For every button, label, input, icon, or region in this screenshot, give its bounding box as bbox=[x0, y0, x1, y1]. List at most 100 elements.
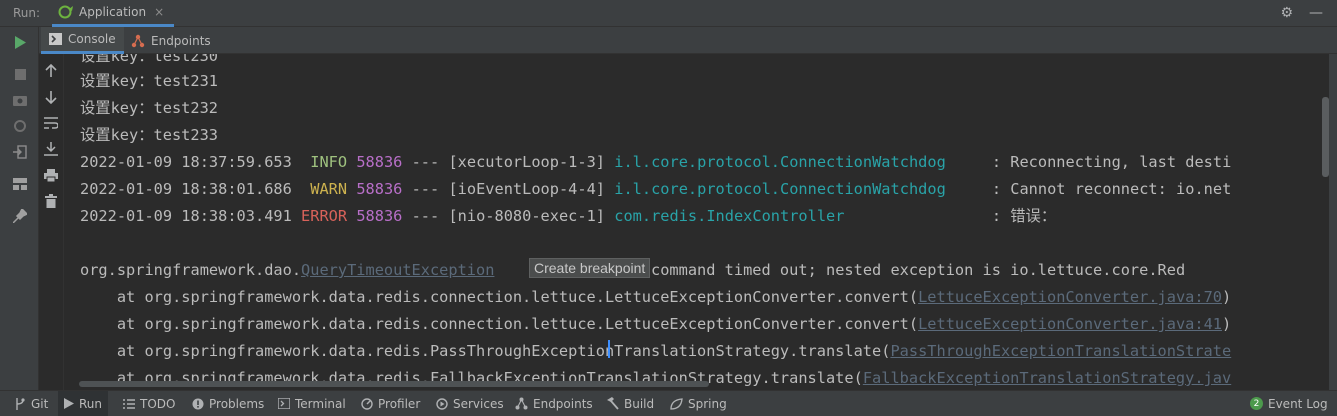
scroll-up-button[interactable] bbox=[42, 62, 60, 80]
tool-run-label: Run bbox=[79, 396, 103, 411]
tool-services[interactable]: Services bbox=[430, 391, 510, 416]
log-message: : Reconnecting, last desti bbox=[991, 153, 1232, 171]
log-line: 2022-01-09 18:38:03.491 ERROR 58836 --- … bbox=[80, 206, 1056, 226]
endpoints-icon bbox=[131, 34, 145, 47]
console-output[interactable]: 设置key：test230 设置key：test231 设置key：test23… bbox=[64, 54, 1329, 390]
gear-icon[interactable]: ⚙ bbox=[1280, 4, 1293, 22]
tool-event-log[interactable]: 2 Event Log bbox=[1244, 391, 1334, 416]
terminal-icon bbox=[278, 398, 290, 409]
log-thread: [xecutorLoop-1-3] bbox=[448, 153, 606, 171]
run-toolwindow-header: Run: Application × ⚙ — bbox=[0, 0, 1337, 27]
log-line: 2022-01-09 18:37:59.653 INFO 58836 --- [… bbox=[80, 152, 1231, 172]
console-toolbar bbox=[39, 54, 64, 390]
vertical-scrollbar-thumb[interactable] bbox=[1322, 97, 1329, 177]
tab-application[interactable]: Application × bbox=[52, 0, 175, 27]
log-pid: 58836 bbox=[356, 207, 403, 225]
stack-line: at org.springframework.data.redis.connec… bbox=[80, 287, 1231, 307]
restore-layout-button[interactable] bbox=[11, 143, 29, 161]
console-icon bbox=[49, 33, 62, 45]
stack-text: at org.springframework.data.redis.PassTh… bbox=[80, 342, 891, 360]
text-caret bbox=[608, 340, 610, 358]
soft-wrap-icon bbox=[44, 117, 58, 129]
clear-all-button[interactable] bbox=[42, 192, 60, 210]
tool-git[interactable]: Git bbox=[8, 391, 54, 416]
tool-build-label: Build bbox=[624, 396, 655, 411]
arrow-down-icon bbox=[45, 91, 57, 104]
log-separator: --- bbox=[402, 180, 449, 198]
log-level: INFO bbox=[301, 153, 348, 171]
tool-git-label: Git bbox=[31, 396, 49, 411]
scroll-to-end-button[interactable] bbox=[42, 140, 60, 158]
log-thread: [ioEventLoop-4-4] bbox=[448, 180, 606, 198]
stop-button[interactable] bbox=[11, 65, 29, 83]
settings-button[interactable] bbox=[11, 117, 29, 135]
todo-icon bbox=[123, 398, 135, 409]
tool-window-bar: Git Run TODO Problems Terminal Profiler … bbox=[0, 390, 1337, 416]
git-icon bbox=[16, 397, 25, 410]
stop-icon bbox=[14, 68, 26, 80]
dump-threads-button[interactable] bbox=[11, 91, 29, 109]
stack-tail: ) bbox=[1222, 288, 1232, 306]
tab-application-label: Application bbox=[79, 5, 147, 19]
stack-text: at org.springframework.data.redis.connec… bbox=[80, 288, 919, 306]
pin-button[interactable] bbox=[11, 207, 29, 225]
log-pid: 58836 bbox=[356, 180, 403, 198]
horizontal-scrollbar-thumb[interactable] bbox=[79, 381, 709, 387]
play-icon bbox=[15, 35, 26, 49]
tool-todo[interactable]: TODO bbox=[117, 391, 181, 416]
close-tab-icon[interactable]: × bbox=[154, 5, 164, 19]
tool-problems[interactable]: Problems bbox=[186, 391, 270, 416]
log-logger: i.l.core.protocol.ConnectionWatchdog bbox=[614, 180, 946, 198]
wrench-icon bbox=[14, 120, 26, 132]
source-link[interactable]: PassThroughExceptionTranslationStrate bbox=[890, 342, 1231, 360]
source-link[interactable]: FallbackExceptionTranslationStrategy.jav bbox=[863, 369, 1231, 387]
endpoints-icon bbox=[515, 397, 528, 410]
tool-terminal[interactable]: Terminal bbox=[272, 391, 352, 416]
tool-profiler-label: Profiler bbox=[378, 396, 421, 411]
run-icon bbox=[64, 398, 74, 409]
console-line: 设置key：test233 bbox=[80, 126, 218, 144]
spring-icon bbox=[670, 397, 683, 410]
profiler-icon bbox=[361, 397, 373, 410]
scroll-to-end-icon bbox=[44, 142, 58, 156]
log-logger: com.redis.IndexController bbox=[614, 207, 845, 225]
layout-button[interactable] bbox=[11, 175, 29, 193]
vertical-scrollbar-track[interactable] bbox=[1329, 54, 1337, 390]
soft-wrap-button[interactable] bbox=[42, 114, 60, 132]
print-button[interactable] bbox=[42, 166, 60, 184]
event-log-badge: 2 bbox=[1250, 397, 1263, 410]
source-link[interactable]: LettuceExceptionConverter.java:70 bbox=[918, 288, 1222, 306]
tool-run[interactable]: Run bbox=[58, 391, 109, 416]
arrow-up-icon bbox=[45, 64, 57, 77]
run-toolbar bbox=[0, 27, 39, 390]
log-level: ERROR bbox=[301, 207, 348, 225]
tool-terminal-label: Terminal bbox=[295, 396, 346, 411]
rerun-button[interactable] bbox=[11, 33, 29, 51]
log-thread: [nio-8080-exec-1] bbox=[448, 207, 606, 225]
run-label: Run: bbox=[13, 6, 41, 20]
console-line: 设置key：test231 bbox=[80, 72, 218, 90]
scroll-down-button[interactable] bbox=[42, 88, 60, 106]
tool-endpoints-label: Endpoints bbox=[533, 396, 593, 411]
tool-profiler[interactable]: Profiler bbox=[355, 391, 426, 416]
stack-tail: ) bbox=[1222, 315, 1232, 333]
camera-icon bbox=[13, 96, 27, 106]
spring-boot-icon bbox=[58, 5, 73, 19]
tab-console[interactable]: Console bbox=[41, 27, 124, 54]
log-message: : 错误： bbox=[991, 207, 1057, 225]
source-link[interactable]: LettuceExceptionConverter.java:41 bbox=[918, 315, 1222, 333]
tool-todo-label: TODO bbox=[140, 396, 176, 411]
minimize-icon[interactable]: — bbox=[1309, 4, 1323, 22]
exception-class-link[interactable]: QueryTimeoutException bbox=[301, 261, 494, 279]
tool-endpoints[interactable]: Endpoints bbox=[509, 391, 599, 416]
tab-endpoints[interactable]: Endpoints bbox=[123, 27, 219, 54]
exception-prefix: org.springframework.dao. bbox=[80, 261, 302, 279]
trash-icon bbox=[45, 194, 57, 208]
tab-console-label: Console bbox=[68, 32, 116, 46]
tool-services-label: Services bbox=[453, 396, 504, 411]
log-timestamp: 2022-01-09 18:38:03.491 bbox=[80, 207, 292, 225]
stack-line: at org.springframework.data.redis.PassTh… bbox=[80, 341, 1231, 361]
tool-build[interactable]: Build bbox=[600, 391, 660, 416]
tool-spring[interactable]: Spring bbox=[664, 391, 733, 416]
pin-icon bbox=[13, 209, 27, 223]
